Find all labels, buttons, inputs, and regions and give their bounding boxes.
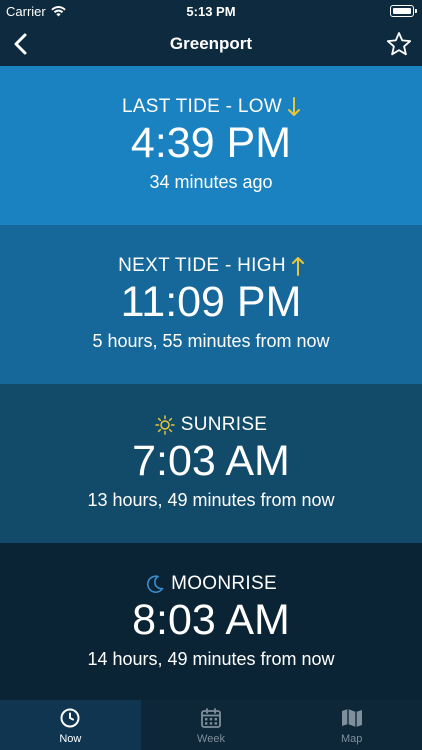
card-value: 11:09 PM <box>120 278 302 326</box>
status-bar: Carrier 5:13 PM <box>0 0 422 22</box>
card-subtitle: 34 minutes ago <box>149 172 273 192</box>
arrow-down-icon <box>288 97 301 116</box>
card-subtitle: 5 hours, 55 minutes from now <box>92 331 330 351</box>
arrow-up-icon <box>291 257 304 276</box>
tab-bar: Now Week Map <box>0 700 422 750</box>
clock-icon <box>57 705 83 731</box>
tab-now[interactable]: Now <box>0 700 141 750</box>
card-value: 8:03 AM <box>132 596 290 644</box>
card-label-text: NEXT TIDE - HIGH <box>118 255 286 276</box>
card-label: MOONRISE <box>0 543 422 595</box>
tab-label: Now <box>59 733 82 745</box>
navigation-bar: Greenport <box>0 22 422 66</box>
map-icon <box>339 705 365 731</box>
card-value: 4:39 PM <box>130 119 292 167</box>
card-label-text: MOONRISE <box>171 573 277 594</box>
last-tide-card: LAST TIDE - LOW 4:39 PM 34 minutes ago <box>0 66 422 225</box>
card-label: SUNRISE <box>0 384 422 436</box>
star-icon <box>386 32 412 56</box>
status-time: 5:13 PM <box>186 4 236 19</box>
card-label-text: SUNRISE <box>180 414 268 435</box>
favorite-button[interactable] <box>384 29 414 59</box>
moonrise-card: MOONRISE 8:03 AM 14 hours, 49 minutes fr… <box>0 543 422 702</box>
card-subtitle: 14 hours, 49 minutes from now <box>87 649 335 669</box>
card-label-text: LAST TIDE - LOW <box>121 96 283 117</box>
tab-label: Map <box>340 733 363 745</box>
next-tide-card: NEXT TIDE - HIGH 11:09 PM 5 hours, 55 mi… <box>0 225 422 384</box>
tab-label: Week <box>197 733 225 745</box>
tab-map[interactable]: Map <box>281 700 422 750</box>
card-label: LAST TIDE - LOW <box>0 66 422 118</box>
tab-week[interactable]: Week <box>141 700 282 750</box>
moon-icon <box>147 575 164 593</box>
card-label: NEXT TIDE - HIGH <box>0 225 422 277</box>
sunrise-card: SUNRISE 7:03 AM 13 hours, 49 minutes fro… <box>0 384 422 543</box>
card-subtitle: 13 hours, 49 minutes from now <box>87 490 335 510</box>
card-value: 7:03 AM <box>132 437 290 485</box>
sun-icon <box>154 415 175 435</box>
page-title: Greenport <box>169 34 253 53</box>
battery-icon <box>390 5 417 17</box>
calendar-icon <box>198 705 224 731</box>
